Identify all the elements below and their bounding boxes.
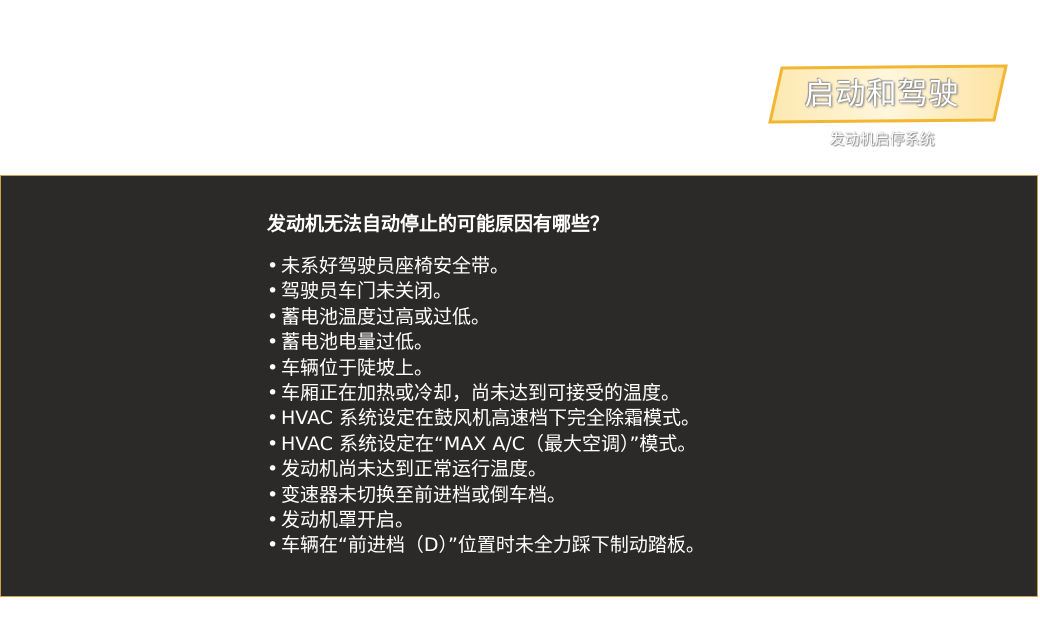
bullet-icon: • bbox=[267, 534, 279, 557]
bullet-icon: • bbox=[267, 331, 279, 354]
section-title: 启动和驾驶 bbox=[804, 77, 960, 112]
section-badge: 启动和驾驶 发动机启停系统 bbox=[760, 58, 1020, 158]
list-item-text: 蓄电池电量过低。 bbox=[281, 331, 434, 354]
bullet-icon: • bbox=[267, 483, 279, 506]
list-item: • 蓄电池温度过高或过低。 bbox=[267, 305, 1007, 330]
list-item: • 未系好驾驶员座椅安全带。 bbox=[267, 254, 1007, 279]
content-body: 发动机无法自动停止的可能原因有哪些？ • 未系好驾驶员座椅安全带。 • 驾驶员车门未… bbox=[267, 210, 1007, 559]
bullet-icon: • bbox=[267, 280, 279, 303]
list-item: • HVAC 系统设定在鼓风机高速档下完全除霜模式。 bbox=[267, 406, 1007, 431]
list-item: • HVAC 系统设定在“MAX A/C（最大空调）”模式。 bbox=[267, 432, 1007, 457]
list-item-text: 发动机尚未达到正常运行温度。 bbox=[281, 458, 548, 481]
list-item: • 发动机尚未达到正常运行温度。 bbox=[267, 457, 1007, 482]
bullet-icon: • bbox=[267, 509, 279, 532]
reason-list: • 未系好驾驶员座椅安全带。 • 驾驶员车门未关闭。 • 蓄电池温度过高或过低。 • 蓄… bbox=[267, 254, 1007, 559]
list-item-text: 车厢正在加热或冷却，尚未达到可接受的温度。 bbox=[281, 382, 681, 405]
list-item: • 驾驶员车门未关闭。 bbox=[267, 279, 1007, 304]
content-panel: 发动机无法自动停止的可能原因有哪些？ • 未系好驾驶员座椅安全带。 • 驾驶员车门未… bbox=[0, 175, 1038, 597]
list-item: • 蓄电池电量过低。 bbox=[267, 330, 1007, 355]
bullet-icon: • bbox=[267, 432, 279, 455]
list-item-text: 未系好驾驶员座椅安全带。 bbox=[281, 255, 510, 277]
bullet-icon: • bbox=[267, 407, 279, 430]
section-subtitle: 发动机启停系统 bbox=[829, 130, 935, 148]
list-item-text: 驾驶员车门未关闭。 bbox=[281, 280, 453, 303]
list-item-text: 车辆在“前进档（D）”位置时未全力踩下制动踏板。 bbox=[281, 534, 705, 557]
list-item-text: HVAC 系统设定在“MAX A/C（最大空调）”模式。 bbox=[281, 432, 697, 455]
bullet-icon: • bbox=[267, 382, 279, 405]
bullet-icon: • bbox=[267, 305, 279, 328]
list-item-text: HVAC 系统设定在鼓风机高速档下完全除霜模式。 bbox=[281, 407, 701, 430]
bullet-icon: • bbox=[267, 458, 279, 481]
list-item: • 车辆位于陡坡上。 bbox=[267, 356, 1007, 381]
bullet-icon: • bbox=[267, 255, 279, 277]
bullet-icon: • bbox=[267, 356, 279, 379]
list-item: • 车厢正在加热或冷却，尚未达到可接受的温度。 bbox=[267, 381, 1007, 406]
list-item-text: 发动机罩开启。 bbox=[281, 509, 415, 532]
list-item-text: 车辆位于陡坡上。 bbox=[281, 356, 434, 379]
panel-heading: 发动机无法自动停止的可能原因有哪些？ bbox=[267, 213, 610, 235]
list-item: • 变速器未切换至前进档或倒车档。 bbox=[267, 483, 1007, 508]
list-item: • 车辆在“前进档（D）”位置时未全力踩下制动踏板。 bbox=[267, 533, 1007, 558]
list-item-text: 蓄电池温度过高或过低。 bbox=[281, 305, 491, 328]
list-item-text: 变速器未切换至前进档或倒车档。 bbox=[281, 483, 567, 506]
list-item: • 发动机罩开启。 bbox=[267, 508, 1007, 533]
slide: 启动和驾驶 发动机启停系统 发动机无法自动停止的可能原因有哪些？ • 未系好驾驶员… bbox=[0, 0, 1040, 640]
